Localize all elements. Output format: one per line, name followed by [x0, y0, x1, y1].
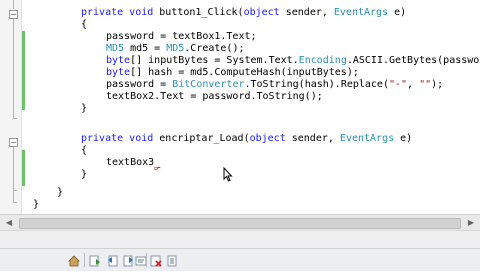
home-icon[interactable]	[67, 253, 81, 267]
code-token: object	[243, 7, 286, 18]
outline-guide	[13, 0, 14, 9]
change-indicator-bar	[22, 31, 25, 110]
code-token: textBox3	[106, 157, 155, 168]
scrollbar-thumb[interactable]	[19, 218, 461, 229]
code-token: .ASCII.GetBytes(passwor	[346, 55, 480, 66]
code-token: }	[81, 103, 88, 114]
code-token: [] inputBytes = System.Text.	[130, 55, 299, 66]
code-line[interactable]: {	[81, 19, 87, 31]
forward-arrow-icon[interactable]	[88, 253, 102, 267]
code-token: {	[81, 145, 88, 156]
toolbar-separator	[84, 253, 85, 267]
code-token: "-"	[388, 79, 408, 90]
redo-icon[interactable]	[121, 253, 135, 267]
outline-guide	[13, 190, 14, 202]
code-token: }	[57, 187, 64, 198]
code-token: ""	[419, 79, 432, 90]
code-token: byte	[106, 67, 131, 78]
editor-gutter	[0, 0, 22, 214]
code-token: void	[129, 7, 160, 18]
code-token: MD5	[106, 43, 131, 54]
code-token: private	[81, 133, 130, 144]
code-token: EventArgs	[339, 133, 401, 144]
panel-splitter[interactable]	[0, 230, 480, 249]
code-line[interactable]: }	[81, 103, 87, 115]
code-token: sender,	[285, 7, 334, 18]
horizontal-scrollbar[interactable]: ◀ ▶	[0, 214, 480, 231]
code-token: password =	[106, 79, 173, 90]
code-token: }	[33, 199, 40, 210]
bookmark-icon[interactable]	[165, 253, 179, 267]
code-line[interactable]: byte[] inputBytes = System.Text.Encoding…	[106, 55, 480, 67]
code-token: void	[129, 133, 160, 144]
code-token: {	[81, 19, 88, 30]
code-line[interactable]: private void encriptar_Load(object sende…	[81, 133, 412, 145]
code-token: EventArgs	[333, 7, 395, 18]
code-token: button1_Click(	[159, 7, 244, 18]
code-token: encriptar_Load(	[159, 133, 250, 144]
code-line[interactable]: textBox3_	[106, 157, 160, 169]
code-token: sender,	[291, 133, 340, 144]
code-token: object	[249, 133, 292, 144]
collapse-method-icon[interactable]: −	[9, 138, 18, 147]
code-line[interactable]: }	[33, 199, 39, 211]
code-line[interactable]: {	[81, 145, 87, 157]
code-token: .Create();	[184, 43, 245, 54]
code-token: password = textBox1.Text;	[106, 31, 257, 42]
toolbar-separator	[146, 253, 147, 267]
code-token: ,	[407, 79, 420, 90]
code-token: Encoding	[298, 55, 347, 66]
code-token: );	[431, 79, 444, 90]
code-token: _	[154, 157, 161, 168]
undo-icon[interactable]	[106, 253, 120, 267]
code-editor[interactable]: − − private void button1_Click(object se…	[0, 0, 480, 214]
change-indicator-bar	[22, 150, 25, 186]
collapse-method-icon[interactable]: −	[9, 10, 18, 19]
code-line[interactable]: password = BitConverter.ToString(hash).R…	[106, 79, 443, 91]
code-line[interactable]: }	[57, 187, 63, 199]
outline-guide	[13, 202, 17, 203]
outline-guide	[13, 118, 17, 119]
code-token: e)	[400, 133, 413, 144]
outline-guide	[13, 147, 14, 190]
code-token: }	[81, 169, 88, 180]
arrow-right-icon[interactable]: ▶	[465, 217, 477, 229]
code-line[interactable]: private void button1_Click(object sender…	[81, 7, 406, 19]
code-token: BitConverter	[172, 79, 245, 90]
code-token: md5 =	[130, 43, 167, 54]
code-line[interactable]: textBox2.Text = password.ToString();	[106, 91, 323, 103]
code-line[interactable]: byte[] hash = md5.ComputeHash(inputBytes…	[106, 67, 359, 79]
code-line[interactable]: password = textBox1.Text;	[106, 31, 257, 43]
code-token: textBox2.Text = password.ToString();	[106, 91, 323, 102]
code-token: e)	[394, 7, 407, 18]
delete-icon[interactable]	[149, 253, 163, 267]
code-line[interactable]: MD5 md5 = MD5.Create();	[106, 43, 245, 55]
code-line[interactable]: }	[81, 169, 87, 181]
bottom-toolbar	[0, 248, 480, 271]
outline-guide	[13, 19, 14, 118]
code-token: private	[81, 7, 130, 18]
code-token: .ToString(hash).Replace(	[244, 79, 389, 90]
arrow-left-icon[interactable]: ◀	[3, 217, 15, 229]
code-token: byte	[106, 55, 131, 66]
code-token: MD5	[166, 43, 185, 54]
code-token: [] hash = md5.ComputeHash(inputBytes);	[130, 67, 359, 78]
mouse-pointer-icon	[223, 167, 233, 182]
